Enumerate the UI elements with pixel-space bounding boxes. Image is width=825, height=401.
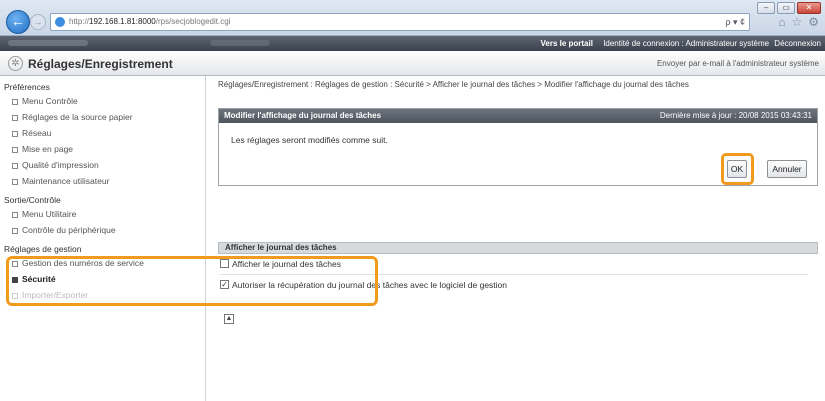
- site-icon: [55, 17, 65, 27]
- main-content: Réglages/Enregistrement : Réglages de ge…: [218, 80, 818, 290]
- modify-panel: Modifier l'affichage du journal des tâch…: [218, 108, 818, 186]
- panel-title: Modifier l'affichage du journal des tâch…: [224, 111, 382, 120]
- top-bar: Vers le portail Identité de connexion : …: [0, 36, 825, 51]
- sidebar-group-reglages-gestion[interactable]: Réglages de gestion: [0, 243, 205, 255]
- settings-gear-icon[interactable]: ⚙: [808, 15, 819, 29]
- address-bar[interactable]: http://192.168.1.81:8000/rps/secjobloged…: [50, 13, 750, 31]
- sidebar-group-sortie-controle[interactable]: Sortie/Contrôle: [0, 194, 205, 206]
- title-bar: ✲ Réglages/Enregistrement Envoyer par e-…: [0, 51, 825, 76]
- close-button[interactable]: ✕: [797, 2, 821, 14]
- home-icon[interactable]: ⌂: [778, 15, 785, 29]
- favorites-star-icon[interactable]: ☆: [791, 15, 802, 29]
- back-arrow-icon[interactable]: ←: [6, 10, 30, 34]
- top-links: Vers le portail Identité de connexion : …: [532, 39, 821, 48]
- address-tools[interactable]: ρ ▾ ¢: [725, 17, 745, 28]
- window-controls: – ▭ ✕: [757, 2, 821, 14]
- sidebar-item-qualite-impression[interactable]: Qualité d'impression: [0, 157, 205, 173]
- last-update: Dernière mise à jour : 20/08 2015 03:43:…: [659, 111, 812, 120]
- device-info-blurred: [210, 40, 270, 46]
- maximize-button[interactable]: ▭: [777, 2, 795, 14]
- section-header: Afficher le journal des tâches: [218, 242, 818, 254]
- panel-header: Modifier l'affichage du journal des tâch…: [219, 109, 817, 123]
- sidebar-item-menu-controle[interactable]: Menu Contrôle: [0, 93, 205, 109]
- options-highlight: [6, 256, 378, 306]
- browser-toolbar-icons: ⌂ ☆ ⚙: [778, 15, 819, 29]
- ok-highlight: [721, 153, 754, 185]
- browser-chrome: – ▭ ✕ ← → http://192.168.1.81:8000/rps/s…: [0, 0, 825, 36]
- portal-link[interactable]: Vers le portail: [540, 39, 592, 48]
- confirmation-message: Les réglages seront modifiés comme suit.: [231, 135, 388, 145]
- device-name-blurred: [8, 40, 88, 46]
- sidebar-item-reseau[interactable]: Réseau: [0, 125, 205, 141]
- settings-gear-icon: ✲: [8, 56, 23, 71]
- sidebar: Préférences Menu Contrôle Réglages de la…: [0, 76, 206, 401]
- sidebar-item-maintenance[interactable]: Maintenance utilisateur: [0, 173, 205, 189]
- minimize-button[interactable]: –: [757, 2, 775, 14]
- breadcrumb: Réglages/Enregistrement : Réglages de ge…: [218, 80, 689, 89]
- page-title: Réglages/Enregistrement: [28, 57, 173, 71]
- sidebar-item-source-papier[interactable]: Réglages de la source papier: [0, 109, 205, 125]
- forward-arrow-icon[interactable]: →: [30, 14, 46, 30]
- url-text: http://192.168.1.81:8000/rps/secjobloged…: [69, 17, 231, 26]
- sidebar-item-controle-peripherique[interactable]: Contrôle du périphérique: [0, 222, 205, 238]
- sidebar-item-menu-utilitaire[interactable]: Menu Utilitaire: [0, 206, 205, 222]
- back-to-top-icon[interactable]: ▲: [224, 314, 234, 324]
- cancel-button[interactable]: Annuler: [767, 160, 807, 178]
- sidebar-group-preferences[interactable]: Préférences: [0, 81, 205, 93]
- login-identity: Identité de connexion : Administrateur s…: [603, 39, 770, 48]
- logout-link[interactable]: Déconnexion: [774, 39, 821, 48]
- email-admin-link[interactable]: Envoyer par e-mail à l'administrateur sy…: [657, 59, 819, 68]
- sidebar-item-mise-en-page[interactable]: Mise en page: [0, 141, 205, 157]
